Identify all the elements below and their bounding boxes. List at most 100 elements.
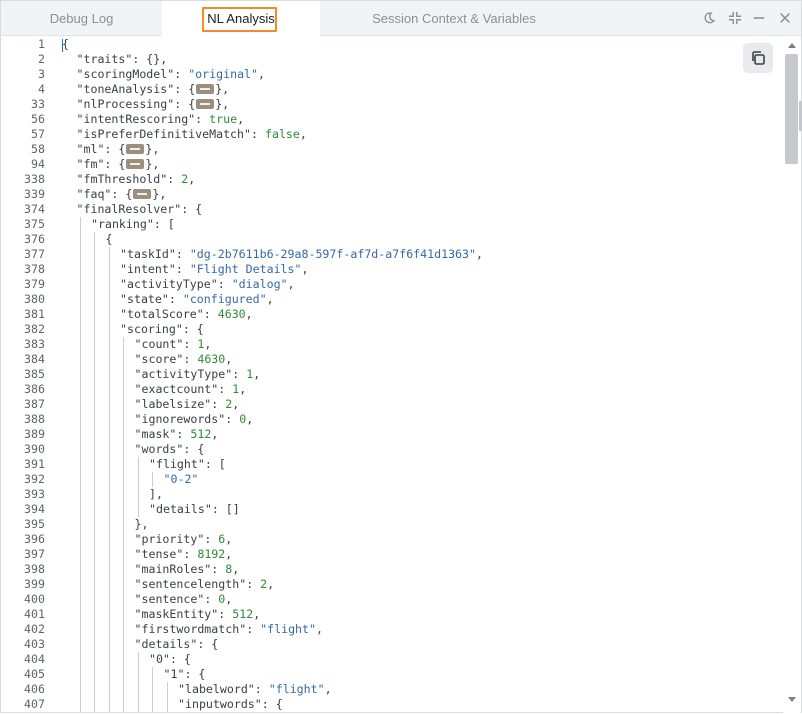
line-number: 376 xyxy=(24,232,45,246)
line-number: 375 xyxy=(24,217,45,231)
line-number: 382 xyxy=(24,322,45,336)
code-line: 56 "intentRescoring": true, xyxy=(1,112,781,127)
code-line: 394 "details": [] xyxy=(1,502,781,517)
line-number: 397 xyxy=(24,547,45,561)
tab-debug-log[interactable]: Debug Log xyxy=(1,1,162,35)
line-number: 383 xyxy=(24,337,45,351)
code-line: 57 "isPreferDefinitiveMatch": false, xyxy=(1,127,781,142)
line-number: 388 xyxy=(24,412,45,426)
code-text: ], xyxy=(149,487,163,501)
code-text: "traits": {}, xyxy=(76,52,168,66)
line-number: 377 xyxy=(24,247,45,261)
code-text: "taskId": "dg-2b7611b6-29a8-597f-af7d-a7… xyxy=(120,247,483,261)
code-text: }, xyxy=(134,517,149,531)
scrollbar-thumb[interactable] xyxy=(785,54,798,164)
line-number: 405 xyxy=(24,667,45,681)
line-number: 402 xyxy=(24,622,45,636)
line-number: 396 xyxy=(24,532,45,546)
fold-ellipsis-icon[interactable] xyxy=(126,144,145,154)
code-text: "activityType": 1, xyxy=(134,367,261,381)
scroll-down-icon[interactable] xyxy=(788,697,796,702)
code-text: { xyxy=(62,37,69,51)
indent-guide xyxy=(152,667,153,712)
code-line: 397 "tense": 8192, xyxy=(1,547,781,562)
code-text: "scoring": { xyxy=(120,322,204,336)
nl-analysis-window: Debug Log NL Analysis Session Context & … xyxy=(0,0,802,714)
code-line: 338 "fmThreshold": 2, xyxy=(1,172,781,187)
code-line: 400 "sentence": 0, xyxy=(1,592,781,607)
minimize-icon[interactable] xyxy=(751,10,767,26)
line-number: 406 xyxy=(24,682,45,696)
code-line: 381 "totalScore": 4630, xyxy=(1,307,781,322)
line-number: 392 xyxy=(24,472,45,486)
line-number: 399 xyxy=(24,577,45,591)
line-number: 386 xyxy=(24,382,45,396)
code-text: "0": { xyxy=(149,652,191,666)
indent-guide xyxy=(123,337,124,712)
code-line: 399 "sentencelength": 2, xyxy=(1,577,781,592)
json-code-view[interactable]: 1{2 "traits": {}, 3 "scoringModel": "origin… xyxy=(1,36,783,714)
code-text: "toneAnalysis": {}, xyxy=(76,82,230,96)
code-line: 33 "nlProcessing": {}, xyxy=(1,97,781,112)
code-text: "totalScore": 4630, xyxy=(120,307,253,321)
code-text: "fm": {}, xyxy=(76,157,160,171)
line-number: 57 xyxy=(31,127,45,141)
scroll-up-icon[interactable] xyxy=(788,43,796,48)
code-text: "labelsize": 2, xyxy=(134,397,240,411)
fold-ellipsis-icon[interactable] xyxy=(196,99,215,109)
fold-ellipsis-icon[interactable] xyxy=(133,189,152,199)
code-line: 377 "taskId": "dg-2b7611b6-29a8-597f-af7d… xyxy=(1,247,781,262)
code-line: 374 "finalResolver": { xyxy=(1,202,781,217)
code-text: "1": { xyxy=(163,667,206,681)
collapse-icon[interactable] xyxy=(727,10,743,26)
code-line: 401 "maskEntity": 512, xyxy=(1,607,781,622)
line-number: 378 xyxy=(24,262,45,276)
code-text: "labelword": "flight", xyxy=(178,682,332,696)
close-icon[interactable] xyxy=(777,10,793,26)
line-number: 381 xyxy=(24,307,45,321)
code-text: "ranking": [ xyxy=(91,217,175,231)
fold-ellipsis-icon[interactable] xyxy=(126,159,145,169)
code-text: "mask": 512, xyxy=(134,427,219,441)
code-text: "nlProcessing": {}, xyxy=(76,97,230,111)
code-text: "flight": [ xyxy=(149,457,226,471)
code-line: 396 "priority": 6, xyxy=(1,532,781,547)
code-text: "faq": {}, xyxy=(76,187,167,201)
moon-icon[interactable] xyxy=(701,10,717,26)
code-line: 404 "0": { xyxy=(1,652,781,667)
vertical-scrollbar[interactable] xyxy=(783,36,801,714)
line-number: 384 xyxy=(24,352,45,366)
line-number: 395 xyxy=(24,517,45,531)
active-tab-highlight xyxy=(202,7,277,32)
fold-ellipsis-icon[interactable] xyxy=(196,84,215,94)
code-line: 395}, xyxy=(1,517,781,532)
code-text: "intentRescoring": true, xyxy=(76,112,245,126)
line-number: 339 xyxy=(24,187,45,201)
line-number: 393 xyxy=(24,487,45,501)
code-line: 406 "labelword": "flight", xyxy=(1,682,781,697)
code-text: { xyxy=(105,232,113,246)
code-text: "scoringModel": "original", xyxy=(76,67,266,81)
line-number: 58 xyxy=(31,142,45,156)
line-number: 389 xyxy=(24,427,45,441)
indent-guide xyxy=(137,457,139,517)
code-line: 4 "toneAnalysis": {}, xyxy=(1,82,781,97)
line-number: 2 xyxy=(38,52,45,66)
code-line: 379 "activityType": "dialog", xyxy=(1,277,781,292)
code-text: "tense": 8192, xyxy=(134,547,233,561)
indent-guide xyxy=(79,217,81,712)
indent-guide xyxy=(166,682,168,712)
tab-session-context[interactable]: Session Context & Variables xyxy=(320,1,588,35)
copy-button[interactable] xyxy=(743,43,773,73)
code-text: "ml": {}, xyxy=(76,142,160,156)
code-line: 386 "exactcount": 1, xyxy=(1,382,781,397)
line-number: 338 xyxy=(24,172,45,186)
code-text: "ignorewords": 0, xyxy=(134,412,254,426)
code-line: 94 "fm": {}, xyxy=(1,157,781,172)
indent-guide xyxy=(108,247,110,712)
code-text: "intent": "Flight Details", xyxy=(120,262,309,276)
code-line: 384 "score": 4630, xyxy=(1,352,781,367)
code-text: "state": "configured", xyxy=(120,292,274,306)
code-text: "inputwords": { xyxy=(178,697,283,711)
code-text: "isPreferDefinitiveMatch": false, xyxy=(76,127,307,141)
